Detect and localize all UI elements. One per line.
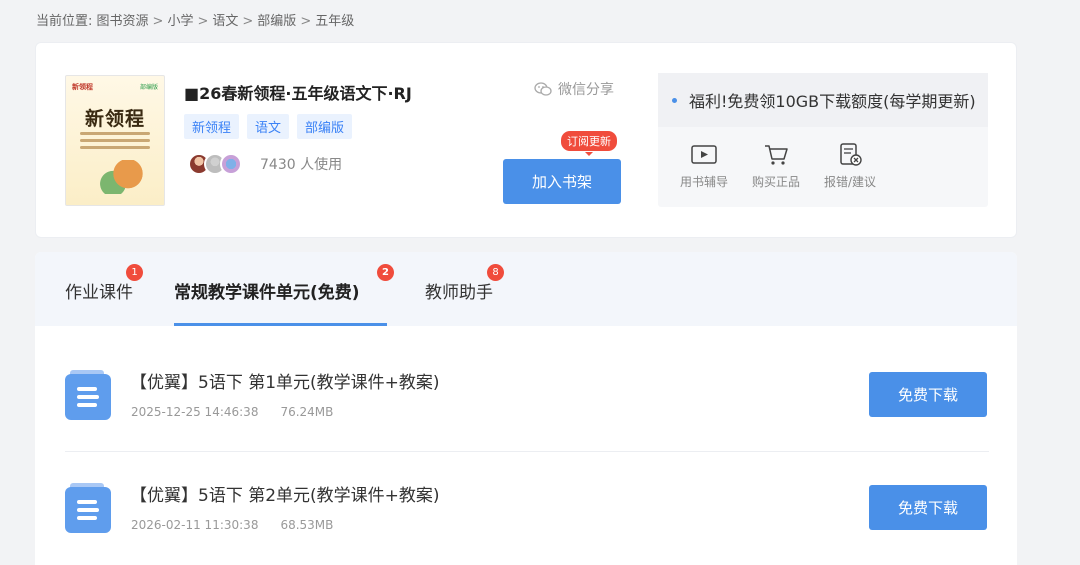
file-folder-icon — [65, 370, 111, 420]
welfare-text: 福利!免费领10GB下载额度(每学期更新) — [689, 92, 976, 111]
book-tag[interactable]: 语文 — [247, 114, 290, 139]
breadcrumb-item[interactable]: 部编版 — [257, 14, 296, 29]
tab-bar: 作业课件 1 常规教学课件单元(免费) 2 教师助手 8 — [35, 252, 1017, 326]
tab-regular-teaching-units[interactable]: 常规教学课件单元(免费) 2 — [174, 264, 394, 303]
tool-label: 购买正品 — [752, 175, 801, 189]
tool-book-guide[interactable]: 用书辅导 — [680, 143, 728, 190]
book-card: 新领程 部编版 新领程 ■26春新领程·五年级语文下·RJ 新领程 语文 部编版… — [35, 42, 1017, 238]
breadcrumb-item[interactable]: 小学 — [167, 14, 193, 29]
wechat-icon — [534, 82, 552, 96]
breadcrumb-item[interactable]: 语文 — [212, 14, 238, 29]
avatar — [220, 153, 242, 175]
cover-publisher-mark: 新领程 — [72, 83, 93, 91]
tab-count-badge: 8 — [487, 264, 504, 281]
user-count: 7430 人使用 — [260, 157, 343, 173]
share-label: 微信分享 — [558, 82, 614, 98]
tab-teacher-assistant[interactable]: 教师助手 8 — [425, 264, 504, 303]
tool-label: 报错/建议 — [824, 175, 877, 189]
resource-title[interactable]: 【优翼】5语下 第2单元(教学课件+教案) — [130, 481, 440, 506]
cover-series-mark: 部编版 — [139, 84, 158, 91]
tab-label: 教师助手 — [425, 283, 493, 303]
book-tags: 新领程 语文 部编版 — [184, 114, 353, 139]
bullet-dot — [672, 97, 677, 103]
wechat-share-button[interactable]: 微信分享 — [534, 79, 614, 99]
breadcrumb-prefix: 当前位置: — [36, 14, 93, 29]
book-tag[interactable]: 新领程 — [184, 114, 240, 139]
breadcrumb-separator: > — [242, 14, 254, 29]
breadcrumb-item[interactable]: 图书资源 — [97, 14, 149, 29]
resource-date: 2025-12-25 14:46:38 — [131, 405, 259, 419]
tab-count-badge: 1 — [126, 264, 143, 281]
breadcrumb-separator: > — [300, 14, 312, 29]
resource-panel: 作业课件 1 常规教学课件单元(免费) 2 教师助手 8 【优翼】5语下 第1单… — [35, 252, 1017, 565]
resource-item: 【优翼】5语下 第2单元(教学课件+教案) 2026-02-11 11:30:3… — [65, 437, 989, 547]
tool-buy-genuine[interactable]: 购买正品 — [752, 143, 800, 190]
tab-label: 常规教学课件单元(免费) — [174, 283, 360, 303]
breadcrumb: 当前位置: 图书资源 > 小学 > 语文 > 部编版 > 五年级 — [36, 10, 354, 29]
tool-label: 用书辅导 — [680, 175, 729, 189]
breadcrumb-separator: > — [197, 14, 209, 29]
cover-decoration — [80, 132, 150, 153]
report-error-icon — [840, 143, 862, 166]
tool-report-error[interactable]: 报错/建议 — [824, 143, 876, 190]
resource-meta: 2026-02-11 11:30:38 68.53MB — [131, 518, 333, 532]
book-tag[interactable]: 部编版 — [297, 114, 353, 139]
cover-title: 新领程 — [84, 108, 145, 130]
subscribe-badge[interactable]: 订阅更新 — [561, 131, 617, 156]
video-play-icon — [691, 145, 717, 164]
resource-title[interactable]: 【优翼】5语下 第1单元(教学课件+教案) — [130, 368, 440, 393]
breadcrumb-item[interactable]: 五年级 — [315, 14, 354, 29]
free-download-button[interactable]: 免费下载 — [869, 485, 987, 530]
shopping-cart-icon — [765, 145, 788, 165]
book-cover-image[interactable]: 新领程 部编版 新领程 — [65, 75, 165, 206]
add-to-shelf-button[interactable]: 加入书架 — [503, 159, 621, 204]
resource-item: 【优翼】5语下 第1单元(教学课件+教案) 2025-12-25 14:46:3… — [65, 324, 989, 434]
book-title: ■26春新领程·五年级语文下·RJ — [184, 84, 412, 103]
tab-count-badge: 2 — [377, 264, 394, 281]
breadcrumb-separator: > — [152, 14, 164, 29]
tab-homework-courseware[interactable]: 作业课件 1 — [65, 264, 143, 303]
service-panel: 福利!免费领10GB下载额度(每学期更新) 用书辅导 购买正品 报错/建议 — [658, 73, 988, 207]
resource-size: 68.53MB — [280, 518, 334, 532]
welfare-banner[interactable]: 福利!免费领10GB下载额度(每学期更新) — [658, 73, 988, 127]
resource-meta: 2025-12-25 14:46:38 76.24MB — [131, 405, 333, 419]
user-avatars: 7430 人使用 — [188, 153, 342, 175]
cover-illustration — [98, 160, 148, 194]
resource-date: 2026-02-11 11:30:38 — [131, 518, 259, 532]
resource-size: 76.24MB — [280, 405, 334, 419]
file-folder-icon — [65, 483, 111, 533]
free-download-button[interactable]: 免费下载 — [869, 372, 987, 417]
tab-label: 作业课件 — [65, 283, 133, 303]
